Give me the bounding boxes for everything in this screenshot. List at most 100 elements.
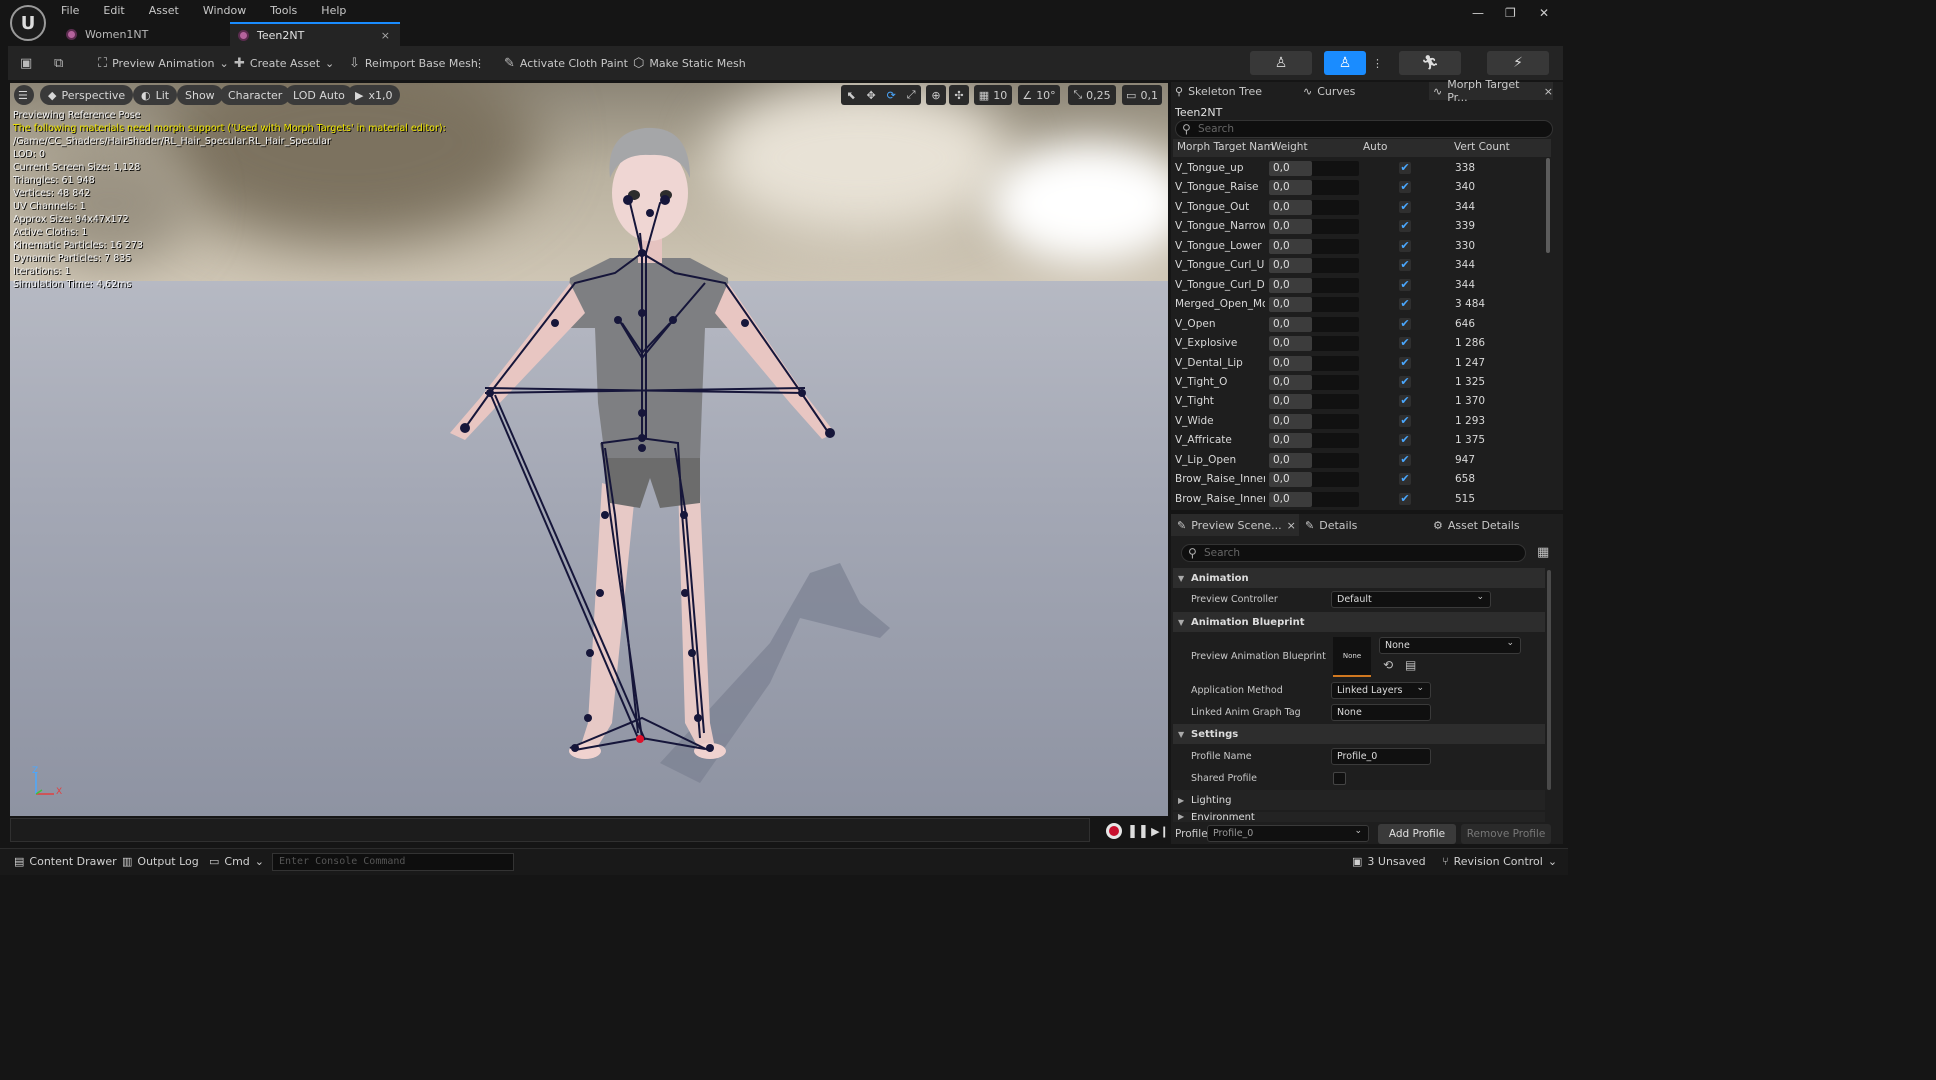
close-tab-icon[interactable]: ×	[381, 29, 390, 42]
preview-bp-dropdown[interactable]: None ⌄	[1379, 637, 1521, 654]
activate-cloth-paint-button[interactable]: ✎ Activate Cloth Paint	[504, 55, 628, 71]
weight-slider[interactable]: 0,0	[1269, 238, 1359, 254]
surface-snap-icon[interactable]: ✣	[949, 85, 969, 105]
auto-checkbox[interactable]: ✔	[1399, 473, 1411, 486]
show-button[interactable]: Show	[177, 85, 223, 105]
weight-slider[interactable]: 0,0	[1269, 277, 1359, 293]
revision-control-button[interactable]: ⑂ Revision Control ⌄	[1442, 855, 1557, 868]
menu-file[interactable]: File	[61, 4, 79, 17]
shared-profile-checkbox[interactable]	[1333, 772, 1346, 785]
camera-speed-button[interactable]: ▭ 0,1	[1122, 85, 1162, 105]
weight-slider[interactable]: 0,0	[1269, 336, 1359, 352]
weight-slider[interactable]: 0,0	[1269, 413, 1359, 429]
tab-curves[interactable]: ∿ Curves	[1303, 82, 1413, 100]
weight-slider[interactable]: 0,0	[1269, 199, 1359, 215]
auto-checkbox[interactable]: ✔	[1399, 317, 1411, 330]
browse-folder-icon[interactable]: ▤	[1405, 658, 1416, 672]
more-modes-icon[interactable]: ⋮	[1372, 55, 1383, 71]
record-button[interactable]	[1106, 823, 1122, 839]
pause-button[interactable]: ❚❚	[1127, 823, 1149, 839]
use-selected-icon[interactable]: ⟲	[1383, 658, 1393, 672]
menu-tools[interactable]: Tools	[270, 4, 297, 17]
output-log-button[interactable]: ▥ Output Log	[122, 855, 199, 868]
morph-target-row[interactable]: V_Tight_O 0,0 ✔ 1 325	[1173, 373, 1551, 392]
animation-mode-button[interactable]: 🏃︎	[1399, 51, 1461, 75]
unreal-logo-icon[interactable]: U	[10, 5, 46, 41]
weight-slider[interactable]: 0,0	[1269, 297, 1359, 313]
profile-dropdown[interactable]: Profile_0 ⌄	[1207, 825, 1369, 842]
save-icon[interactable]: ▣	[20, 55, 32, 71]
viewport-menu-button[interactable]: ☰	[14, 85, 34, 105]
preview-viewport[interactable]: ☰ ◆ Perspective ◐ Lit Show Character LOD…	[10, 83, 1168, 816]
application-method-dropdown[interactable]: Linked Layers ⌄	[1331, 682, 1431, 699]
section-animation[interactable]: ▼ Animation	[1173, 568, 1545, 588]
lod-button[interactable]: LOD Auto	[285, 85, 353, 105]
col-weight[interactable]: Weight	[1271, 141, 1308, 153]
section-settings[interactable]: ▼ Settings	[1173, 724, 1545, 744]
auto-checkbox[interactable]: ✔	[1399, 200, 1411, 213]
translate-icon[interactable]: ✥	[867, 89, 876, 102]
auto-checkbox[interactable]: ✔	[1399, 453, 1411, 466]
morph-target-row[interactable]: V_Tongue_Curl_U 0,0 ✔ 344	[1173, 256, 1551, 275]
auto-checkbox[interactable]: ✔	[1399, 337, 1411, 350]
morph-target-row[interactable]: V_Tongue_Raise 0,0 ✔ 340	[1173, 178, 1551, 197]
morph-target-row[interactable]: V_Affricate 0,0 ✔ 1 375	[1173, 431, 1551, 450]
scale-icon[interactable]: ⤢	[907, 88, 916, 102]
close-window-button[interactable]: ✕	[1539, 6, 1549, 20]
local-space-icon[interactable]: ⊕	[926, 85, 946, 105]
col-vert-count[interactable]: Vert Count	[1454, 141, 1510, 153]
content-drawer-button[interactable]: ▤ Content Drawer	[14, 855, 117, 868]
morph-search-input[interactable]: ⚲ Search	[1175, 120, 1553, 138]
minimize-button[interactable]: —	[1472, 6, 1484, 20]
weight-slider[interactable]: 0,0	[1269, 374, 1359, 390]
remove-profile-button[interactable]: Remove Profile	[1461, 824, 1551, 844]
weight-slider[interactable]: 0,0	[1269, 394, 1359, 410]
angle-snap-button[interactable]: ∠ 10°	[1018, 85, 1060, 105]
section-environment[interactable]: ▶ Environment	[1173, 812, 1545, 822]
skeleton-mode-button[interactable]: ♙	[1250, 51, 1312, 75]
tab-asset-details[interactable]: ⚙ Asset Details	[1433, 514, 1520, 536]
auto-checkbox[interactable]: ✔	[1399, 298, 1411, 311]
section-lighting[interactable]: ▶ Lighting	[1173, 790, 1545, 810]
morph-target-row[interactable]: V_Tongue_Out 0,0 ✔ 344	[1173, 198, 1551, 217]
auto-checkbox[interactable]: ✔	[1399, 259, 1411, 272]
weight-slider[interactable]: 0,0	[1269, 491, 1359, 507]
view-options-icon[interactable]: ▦	[1537, 545, 1549, 560]
details-scrollbar[interactable]	[1547, 570, 1551, 790]
auto-checkbox[interactable]: ✔	[1399, 278, 1411, 291]
section-animation-blueprint[interactable]: ▼ Animation Blueprint	[1173, 612, 1545, 632]
morph-target-row[interactable]: Merged_Open_Mout 0,0 ✔ 3 484	[1173, 295, 1551, 314]
browse-icon[interactable]: ⧉	[54, 55, 63, 71]
character-button[interactable]: Character	[220, 85, 291, 105]
auto-checkbox[interactable]: ✔	[1399, 162, 1411, 174]
cmd-dropdown[interactable]: ▭ Cmd ⌄	[209, 855, 264, 868]
make-static-mesh-button[interactable]: ⬡ Make Static Mesh	[633, 55, 746, 71]
weight-slider[interactable]: 0,0	[1269, 472, 1359, 488]
scale-snap-button[interactable]: ⤡ 0,25	[1068, 85, 1116, 105]
morph-target-row[interactable]: V_Tight 0,0 ✔ 1 370	[1173, 392, 1551, 411]
auto-checkbox[interactable]: ✔	[1399, 414, 1411, 427]
tab-teen2nt[interactable]: Teen2NT ×	[230, 22, 400, 46]
morph-scrollbar[interactable]	[1546, 158, 1550, 253]
blueprint-thumbnail[interactable]: None	[1333, 637, 1371, 677]
auto-checkbox[interactable]: ✔	[1399, 220, 1411, 233]
morph-target-row[interactable]: V_Lip_Open 0,0 ✔ 947	[1173, 451, 1551, 470]
preview-controller-dropdown[interactable]: Default ⌄	[1331, 591, 1491, 608]
rotate-icon[interactable]: ⟳	[887, 89, 896, 102]
morph-target-row[interactable]: Brow_Raise_Inner_l 0,0 ✔ 515	[1173, 490, 1551, 509]
morph-target-row[interactable]: V_Tongue_Curl_D 0,0 ✔ 344	[1173, 276, 1551, 295]
select-icon[interactable]: ⬉	[846, 89, 855, 102]
morph-target-row[interactable]: V_Wide 0,0 ✔ 1 293	[1173, 412, 1551, 431]
morph-target-row[interactable]: V_Dental_Lip 0,0 ✔ 1 247	[1173, 354, 1551, 373]
col-name[interactable]: Morph Target Nam	[1177, 141, 1274, 153]
auto-checkbox[interactable]: ✔	[1399, 434, 1411, 447]
col-auto[interactable]: Auto	[1363, 141, 1387, 153]
preview-animation-button[interactable]: ⛶ Preview Animation ⌄	[98, 55, 229, 71]
morph-target-row[interactable]: Brow_Raise_Inner_l 0,0 ✔ 658	[1173, 470, 1551, 489]
auto-checkbox[interactable]: ✔	[1399, 395, 1411, 408]
morph-target-row[interactable]: V_Tongue_Narrow 0,0 ✔ 339	[1173, 217, 1551, 236]
reimport-base-mesh-button[interactable]: ⇩ Reimport Base Mesh	[349, 55, 478, 71]
weight-slider[interactable]: 0,0	[1269, 219, 1359, 235]
menu-window[interactable]: Window	[203, 4, 246, 17]
weight-slider[interactable]: 0,0	[1269, 452, 1359, 468]
